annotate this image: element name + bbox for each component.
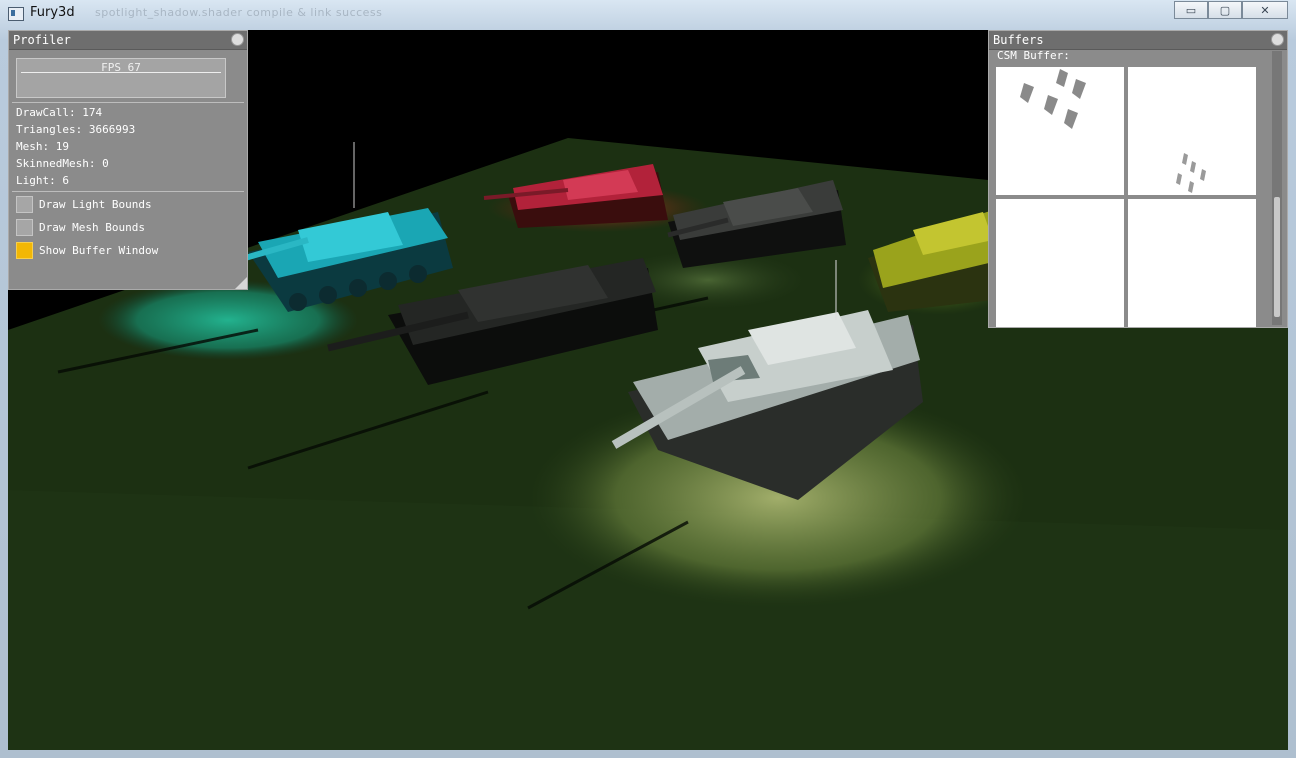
background-caption: spotlight_shadow.shader compile & link s… <box>95 6 383 19</box>
close-button[interactable]: ✕ <box>1242 1 1288 19</box>
fps-label: FPS 67 <box>101 61 141 74</box>
profiler-resize-grip[interactable] <box>235 277 247 289</box>
buffers-title: Buffers <box>993 33 1044 47</box>
draw-mesh-bounds-checkbox[interactable] <box>16 218 33 236</box>
profiler-title-bar[interactable]: Profiler <box>9 31 247 50</box>
window-controls: ▭ ▢ ✕ <box>1174 1 1288 19</box>
stat-drawcall: DrawCall: 174 <box>16 106 103 119</box>
render-viewport[interactable]: Profiler FPS 67 DrawCall: 174 Triangles:… <box>8 30 1288 750</box>
maximize-button[interactable]: ▢ <box>1208 1 1242 19</box>
draw-mesh-bounds-label: Draw Mesh Bounds <box>39 220 145 234</box>
buffers-scrollbar[interactable] <box>1272 51 1282 325</box>
option-draw-light-bounds[interactable]: Draw Light Bounds <box>16 195 152 213</box>
csm-cascade-1 <box>1128 67 1256 195</box>
show-buffer-window-checkbox[interactable] <box>16 241 33 259</box>
profiler-divider <box>12 102 244 103</box>
profiler-collapse-button[interactable] <box>231 33 244 46</box>
app-icon <box>8 7 24 21</box>
title-bar[interactable]: Fury3d spotlight_shadow.shader compile &… <box>0 0 1296 28</box>
csm-cascade-3 <box>1128 199 1256 327</box>
buffers-scroll-thumb[interactable] <box>1274 197 1280 317</box>
stat-light: Light: 6 <box>16 174 69 187</box>
draw-light-bounds-checkbox[interactable] <box>16 195 33 213</box>
option-draw-mesh-bounds[interactable]: Draw Mesh Bounds <box>16 218 145 236</box>
profiler-panel[interactable]: Profiler FPS 67 DrawCall: 174 Triangles:… <box>8 30 248 290</box>
stat-mesh: Mesh: 19 <box>16 140 69 153</box>
csm-cascade-0 <box>996 67 1124 195</box>
csm-cascade-1-shadows <box>1176 153 1206 193</box>
buffers-panel[interactable]: Buffers CSM Buffer: <box>988 30 1288 328</box>
buffers-collapse-button[interactable] <box>1271 33 1284 46</box>
csm-cascade-0-shadows <box>1020 69 1086 129</box>
buffers-title-bar[interactable]: Buffers <box>989 31 1287 50</box>
minimize-button[interactable]: ▭ <box>1174 1 1208 19</box>
stat-triangles: Triangles: 3666993 <box>16 123 136 136</box>
option-show-buffer-window[interactable]: Show Buffer Window <box>16 241 158 259</box>
fps-graph: FPS 67 <box>16 58 226 98</box>
csm-buffer-label: CSM Buffer: <box>997 49 1070 62</box>
stat-skinned-mesh: SkinnedMesh: 0 <box>16 157 109 170</box>
profiler-divider <box>12 191 244 192</box>
draw-light-bounds-label: Draw Light Bounds <box>39 197 152 211</box>
window-title: Fury3d <box>30 5 75 20</box>
csm-cascade-2 <box>996 199 1124 327</box>
profiler-title: Profiler <box>13 33 71 47</box>
show-buffer-window-label: Show Buffer Window <box>39 243 159 257</box>
